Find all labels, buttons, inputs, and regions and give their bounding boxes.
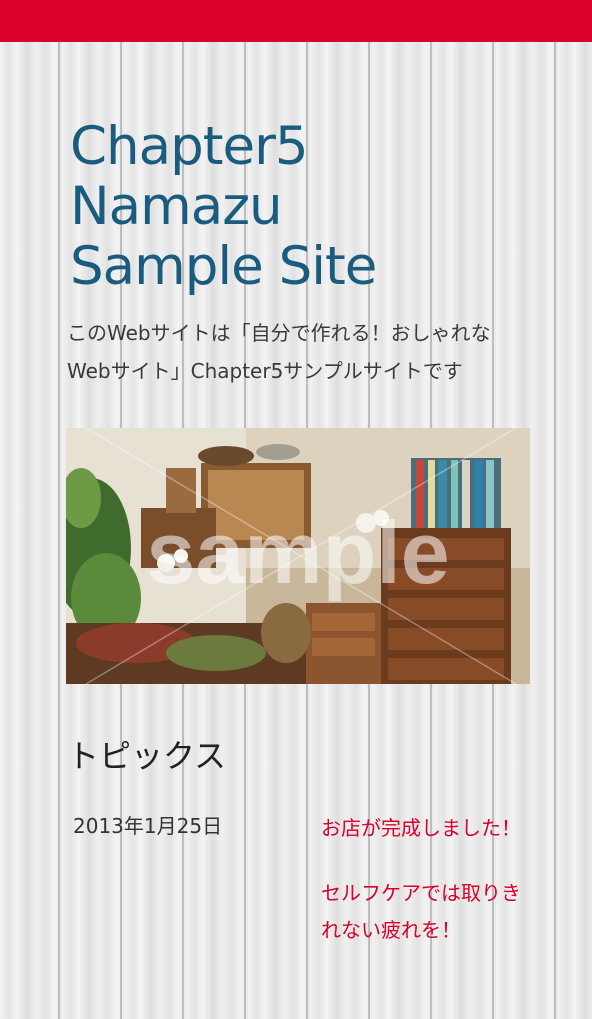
top-header-bar — [0, 0, 592, 42]
site-title-line: Sample Site — [70, 236, 377, 297]
topics-heading: トピックス — [67, 737, 227, 775]
hero-image: sample — [66, 428, 530, 684]
site-title-line: Namazu — [70, 176, 283, 237]
topic-link[interactable]: セルフケアでは取りきれない疲れを！ — [321, 875, 531, 949]
topic-list: お店が完成しました！ セルフケアでは取りきれない疲れを！ — [321, 810, 531, 977]
site-title-line: Chapter5 — [70, 116, 309, 177]
sample-watermark: sample — [146, 503, 449, 602]
site-title[interactable]: Chapter5 Namazu Sample Site — [70, 117, 490, 297]
shop-interior-photo: sample — [66, 428, 530, 684]
topic-date: 2013年1月25日 — [73, 814, 223, 838]
site-description: このWebサイトは「自分で作れる！おしゃれなWebサイト」Chapter5サンプ… — [67, 321, 491, 383]
topic-link[interactable]: お店が完成しました！ — [321, 810, 531, 847]
